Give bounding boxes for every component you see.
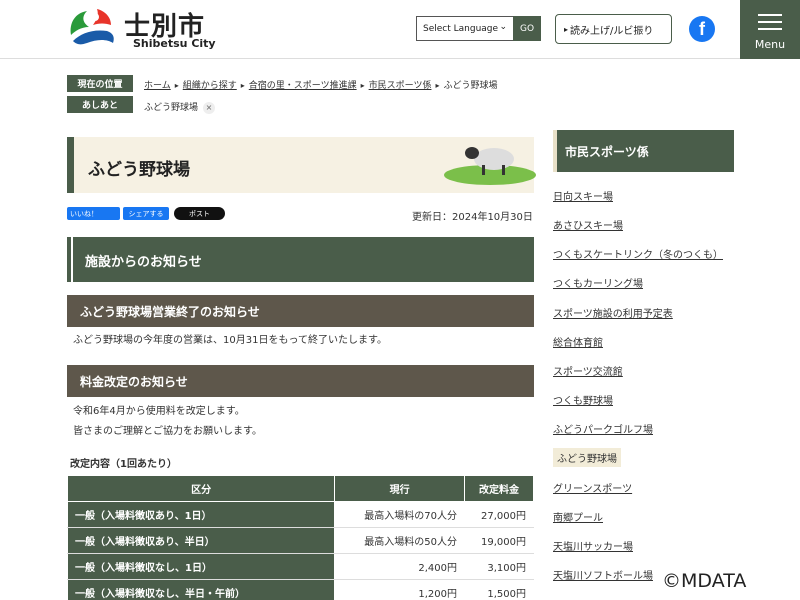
breadcrumb: ホーム ▸ 組織から探す ▸ 合宿の里・スポーツ推進課 ▸ 市民スポーツ係 ▸ ふどう野球場 [144, 78, 497, 91]
revised-fee: 19,000円 [464, 527, 534, 554]
facebook-like-button[interactable]: いいね！ [67, 207, 120, 220]
city-logo-icon[interactable] [67, 7, 117, 49]
breadcrumb-home[interactable]: ホーム [144, 81, 171, 91]
sidebar-item-active[interactable]: ふどう野球場 [553, 448, 621, 467]
breadcrumb-org[interactable]: 組織から探す [183, 81, 237, 91]
current-fee: 最高入場料の70人分 [334, 501, 466, 528]
breadcrumb-history-tag: あしあと [67, 96, 133, 113]
table-row: 一般（入場料徴収なし、半日・午前） 1,200円 1,500円 [66, 579, 534, 600]
sidebar-item[interactable]: ふどうパークゴルフ場 [553, 421, 653, 436]
language-select[interactable]: Select Language ⌄ [416, 16, 514, 41]
updated-date: 更新日：2024年10月30日 [412, 212, 533, 223]
table-header: 現行 [334, 475, 466, 502]
breadcrumb-location-tag: 現在の位置 [67, 75, 133, 92]
sidebar-item[interactable]: スポーツ施設の利用予定表 [553, 305, 673, 320]
page-title-box: ふどう野球場 [67, 137, 536, 193]
section-heading-label: 施設からのお知らせ [85, 255, 202, 270]
sidebar-heading[interactable]: 市民スポーツ係 [553, 130, 734, 172]
language-select-value: Select Language [423, 23, 499, 34]
fee-subheading: 改定内容（1回あたり） [70, 459, 177, 470]
menu-label: Menu [754, 38, 786, 51]
breadcrumb-sep-icon: ▸ [174, 81, 179, 90]
sidebar-item[interactable]: 総合体育館 [553, 334, 603, 349]
sidebar-item[interactable]: つくも野球場 [553, 392, 613, 407]
close-icon[interactable]: × [203, 102, 216, 114]
row-label: 一般（入場料徴収なし、1日） [66, 553, 336, 580]
sidebar-item[interactable]: あさひスキー場 [553, 217, 623, 232]
language-go-button[interactable]: GO [513, 16, 541, 41]
facebook-icon[interactable]: f [689, 16, 715, 42]
table-header: 改定料金 [464, 475, 534, 502]
sidebar-item[interactable]: つくもカーリング場 [553, 275, 643, 290]
facebook-share-button[interactable]: シェアする [123, 207, 169, 220]
hamburger-icon [758, 14, 782, 35]
row-label: 一般（入場料徴収あり、1日） [66, 501, 336, 528]
site-subtitle: Shibetsu City [133, 37, 216, 50]
revised-fee: 3,100円 [464, 553, 534, 580]
table-row: 一般（入場料徴収あり、1日） 最高入場料の70人分 27,000円 [66, 501, 534, 528]
breadcrumb-sep-icon: ▸ [435, 81, 440, 90]
subsection-heading-closing: ふどう野球場営業終了のお知らせ [67, 295, 534, 327]
current-fee: 最高入場料の50人分 [334, 527, 466, 554]
sheep-illustration-icon [444, 147, 536, 185]
sidebar-item[interactable]: 日向スキー場 [553, 188, 613, 203]
sidebar-item[interactable]: グリーンスポーツ [553, 480, 632, 495]
breadcrumb-sep-icon: ▸ [240, 81, 245, 90]
fee-text-line1: 令和6年4月から使用料を改定します。 [73, 406, 245, 417]
sidebar-item[interactable]: つくもスケートリンク（冬のつくも） [553, 246, 723, 261]
breadcrumb-division[interactable]: 合宿の里・スポーツ推進課 [249, 81, 357, 91]
page-title: ふどう野球場 [88, 160, 190, 180]
section-heading: 施設からのお知らせ [67, 237, 534, 282]
watermark: ©MDATA [662, 570, 747, 592]
play-arrow-icon: ▸ [564, 24, 569, 34]
breadcrumb-section[interactable]: 市民スポーツ係 [369, 81, 432, 91]
subsection-heading-fee: 料金改定のお知らせ [67, 365, 534, 397]
revised-fee: 1,500円 [464, 579, 534, 600]
read-aloud-button[interactable]: ▸ 読み上げ/ルビ振り [555, 14, 672, 44]
row-label: 一般（入場料徴収あり、半日） [66, 527, 336, 554]
menu-button[interactable]: Menu [740, 0, 800, 59]
fee-table: 区分 現行 改定料金 一般（入場料徴収あり、1日） 最高入場料の70人分 27,… [66, 475, 534, 600]
sidebar-item[interactable]: 天塩川ソフトボール場 [553, 567, 653, 582]
table-row: 一般（入場料徴収あり、半日） 最高入場料の50人分 19,000円 [66, 527, 534, 554]
history-item[interactable]: ふどう野球場 [144, 103, 198, 113]
current-fee: 2,400円 [334, 553, 466, 580]
read-aloud-label: 読み上げ/ルビ振り [570, 25, 654, 37]
current-fee: 1,200円 [334, 579, 466, 600]
chevron-down-icon: ⌄ [499, 22, 507, 32]
sidebar-item[interactable]: 南郷プール [553, 509, 603, 524]
x-post-button[interactable]: ポスト [174, 207, 225, 220]
breadcrumb-current: ふどう野球場 [443, 81, 498, 91]
closing-text: ふどう野球場の今年度の営業は、10月31日をもって終了いたします。 [73, 335, 387, 346]
table-row: 一般（入場料徴収なし、1日） 2,400円 3,100円 [66, 553, 534, 580]
fee-text-line2: 皆さまのご理解とご協力をお願いします。 [73, 426, 262, 437]
sidebar-item[interactable]: 天塩川サッカー場 [553, 538, 633, 553]
sidebar-item[interactable]: スポーツ交流館 [553, 363, 623, 378]
table-header: 区分 [66, 475, 336, 502]
breadcrumb-sep-icon: ▸ [360, 81, 365, 90]
history-list: ふどう野球場 × [144, 100, 216, 114]
row-label: 一般（入場料徴収なし、半日・午前） [66, 579, 336, 600]
site-header: 士別市 Shibetsu City Select Language ⌄ GO ▸… [0, 0, 800, 59]
revised-fee: 27,000円 [464, 501, 534, 528]
